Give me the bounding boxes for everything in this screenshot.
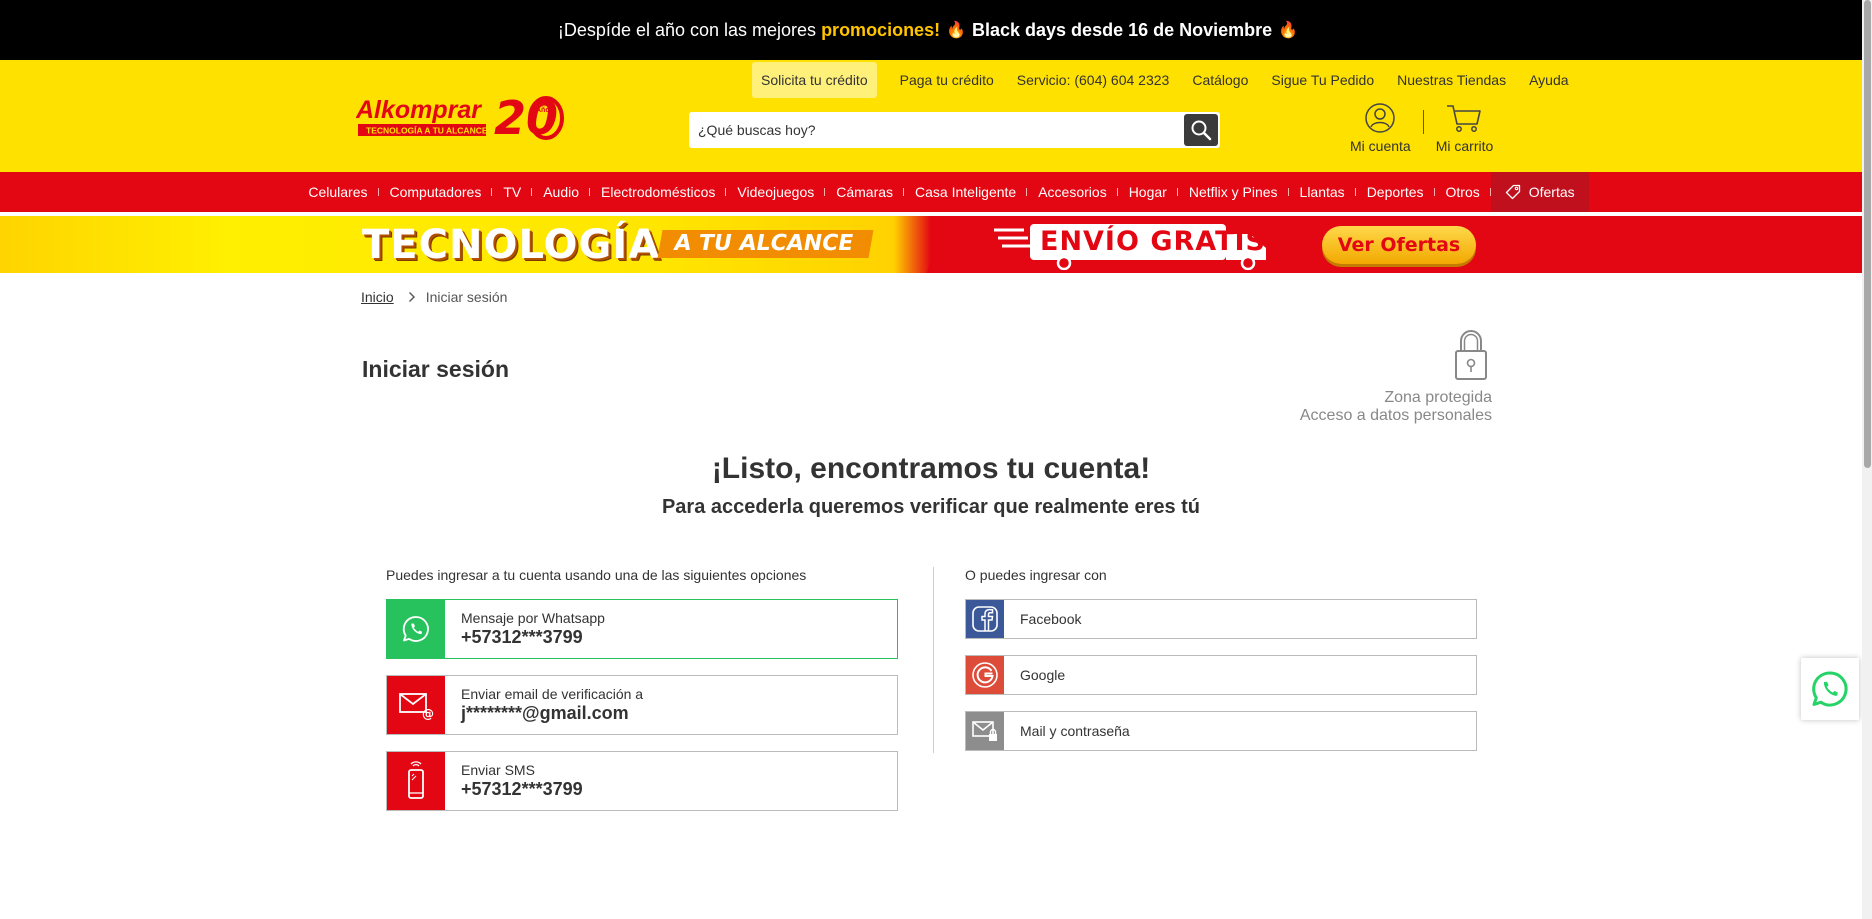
- link-sigue-pedido[interactable]: Sigue Tu Pedido: [1271, 72, 1374, 88]
- category-nav: Celulares Computadores TV Audio Electrod…: [0, 172, 1862, 212]
- nav-item-otros[interactable]: Otros: [1435, 172, 1491, 212]
- facebook-login-button[interactable]: Facebook: [965, 599, 1477, 639]
- whatsapp-option-label: Mensaje por Whatsapp: [461, 610, 605, 626]
- user-separator: [1422, 110, 1424, 134]
- nav-item-llantas[interactable]: Llantas: [1289, 172, 1356, 212]
- top-links: Solicita tu crédito Paga tu crédito Serv…: [752, 60, 1592, 100]
- alternatives-label: O puedes ingresar con: [965, 567, 1107, 583]
- cart-icon: [1447, 105, 1482, 132]
- chevron-right-icon: [408, 292, 415, 302]
- alternative-logins: O puedes ingresar con Facebook Google Ma…: [965, 567, 1477, 767]
- verification-options: Puedes ingresar a tu cuenta usando una d…: [386, 567, 898, 827]
- account-button[interactable]: Mi cuenta: [1350, 102, 1411, 154]
- page-scrollbar[interactable]: [1862, 0, 1872, 919]
- whatsapp-icon: [402, 616, 429, 642]
- whatsapp-option-value: +57312***3799: [461, 627, 583, 647]
- google-login-label: Google: [1020, 667, 1066, 683]
- sms-option-label: Enviar SMS: [461, 762, 535, 778]
- nav-item-camaras[interactable]: Cámaras: [825, 172, 904, 212]
- whatsapp-icon: [1812, 671, 1848, 707]
- protected-zone-title: Zona protegida: [1384, 389, 1492, 406]
- whatsapp-chat-button[interactable]: [1801, 658, 1859, 720]
- link-ayuda[interactable]: Ayuda: [1529, 72, 1568, 88]
- nav-item-computadores[interactable]: Computadores: [379, 172, 493, 212]
- cart-label: Mi carrito: [1435, 138, 1494, 154]
- nav-item-hogar[interactable]: Hogar: [1118, 172, 1178, 212]
- promo-banner[interactable]: TECNOLOGÍA A TU ALCANCE ENVÍO GRATIS Ver…: [0, 216, 1862, 273]
- search-button[interactable]: [1184, 114, 1218, 146]
- scrollbar-thumb[interactable]: [1864, 0, 1871, 468]
- page-title: Iniciar sesión: [362, 356, 510, 382]
- link-solicita-credito[interactable]: Solicita tu crédito: [752, 62, 877, 98]
- promo-highlight-link[interactable]: promociones!: [821, 20, 940, 41]
- account-found-subtitle: Para accederla queremos verificar que re…: [661, 496, 1201, 518]
- fire-icon: 🔥: [946, 22, 966, 39]
- nav-item-videojuegos[interactable]: Videojuegos: [726, 172, 826, 212]
- promo-text: ¡Despíde el año con las mejores: [557, 19, 822, 40]
- banner-subtitle: A TU ALCANCE: [657, 230, 874, 258]
- ver-ofertas-button[interactable]: Ver Ofertas: [1322, 226, 1476, 264]
- nav-item-audio[interactable]: Audio: [532, 172, 590, 212]
- sms-option-value: +57312***3799: [461, 779, 583, 799]
- link-nuestras-tiendas[interactable]: Nuestras Tiendas: [1397, 72, 1506, 88]
- link-paga-credito[interactable]: Paga tu crédito: [900, 72, 994, 88]
- breadcrumb: Inicio Iniciar sesión: [361, 289, 507, 305]
- smartphone-icon: [408, 761, 424, 799]
- tag-icon: [1505, 184, 1520, 200]
- google-icon: [972, 662, 998, 688]
- account-label: Mi cuenta: [1350, 138, 1411, 154]
- nav-item-electrodomesticos[interactable]: Electrodomésticos: [590, 172, 727, 212]
- search-icon: [1191, 120, 1212, 141]
- nav-item-celulares[interactable]: Celulares: [297, 172, 379, 212]
- whatsapp-option[interactable]: Mensaje por Whatsapp +57312***3799: [386, 599, 898, 659]
- fire-icon: 🔥: [1278, 22, 1299, 39]
- link-catalogo[interactable]: Catálogo: [1192, 72, 1248, 88]
- nav-item-accesorios[interactable]: Accesorios: [1027, 172, 1119, 212]
- nav-item-casa-inteligente[interactable]: Casa Inteligente: [904, 172, 1028, 212]
- ofertas-label: Ofertas: [1528, 184, 1575, 200]
- search-input[interactable]: [689, 112, 1184, 148]
- mail-password-login-button[interactable]: Mail y contraseña: [965, 711, 1477, 751]
- svg-text:@: @: [422, 707, 434, 720]
- google-login-button[interactable]: Google: [965, 655, 1477, 695]
- email-option[interactable]: @ Enviar email de verificación a j******…: [386, 675, 898, 735]
- logo-text: Alkomprar: [356, 96, 482, 124]
- mail-password-login-label: Mail y contraseña: [1020, 723, 1130, 739]
- cart-button[interactable]: Mi carrito: [1435, 102, 1494, 154]
- email-option-value: j********@gmail.com: [461, 703, 629, 723]
- user-icon: [1365, 103, 1396, 133]
- link-servicio[interactable]: Servicio: (604) 604 2323: [1017, 72, 1170, 88]
- promo-bar: ¡Despíde el año con las mejores promocio…: [0, 0, 1862, 60]
- column-divider: [933, 567, 934, 753]
- options-label: Puedes ingresar a tu cuenta usando una d…: [386, 567, 807, 583]
- logo-tagline: TECNOLOGÍA A TU ALCANCE: [366, 126, 488, 136]
- promo-black-days: Black days desde 16 de Noviembre: [972, 19, 1273, 40]
- search-bar: [689, 112, 1220, 148]
- banner-shipping: ENVÍO GRATIS: [1040, 226, 1266, 257]
- nav-item-ofertas[interactable]: Ofertas: [1490, 172, 1589, 212]
- account-found-title: ¡Listo, encontramos tu cuenta!: [711, 452, 1151, 485]
- protected-zone: Zona protegida Acceso a datos personales: [1300, 329, 1492, 425]
- email-icon: @: [399, 693, 434, 720]
- user-area: Mi cuenta Mi carrito: [1350, 102, 1493, 154]
- breadcrumb-home-link[interactable]: Inicio: [361, 289, 394, 305]
- site-header: Alkomprar TECNOLOGÍA A TU ALCANCE 20 Año…: [0, 60, 1862, 172]
- nav-item-deportes[interactable]: Deportes: [1356, 172, 1435, 212]
- breadcrumb-current: Iniciar sesión: [425, 289, 508, 305]
- lock-icon: [1455, 330, 1487, 380]
- alkomprar-logo[interactable]: Alkomprar TECNOLOGÍA A TU ALCANCE 20 Año…: [355, 88, 566, 145]
- facebook-login-label: Facebook: [1020, 611, 1082, 627]
- facebook-icon: [972, 606, 998, 632]
- nav-item-tv[interactable]: TV: [492, 172, 533, 212]
- logo-years-label: Años: [536, 107, 554, 114]
- email-option-label: Enviar email de verificación a: [461, 686, 644, 702]
- mail-lock-icon: [972, 721, 997, 741]
- banner-title: TECNOLOGÍA: [362, 222, 661, 268]
- sms-option[interactable]: Enviar SMS +57312***3799: [386, 751, 898, 811]
- protected-zone-desc: Acceso a datos personales: [1299, 407, 1492, 424]
- nav-item-netflix-pines[interactable]: Netflix y Pines: [1178, 172, 1289, 212]
